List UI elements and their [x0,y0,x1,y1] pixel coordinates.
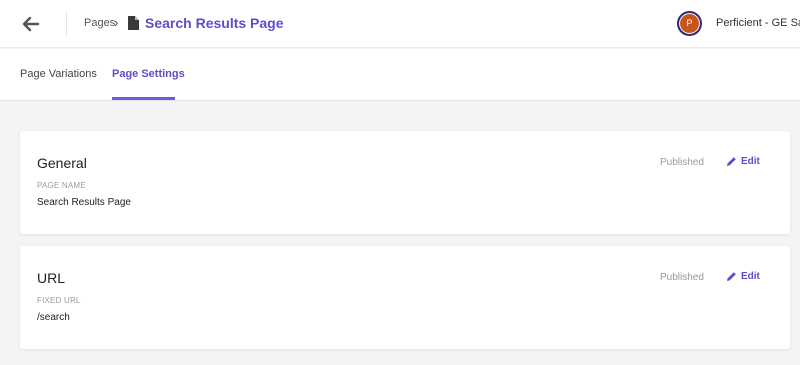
url-card: URL FIXED URL /search Published Edit [20,246,790,349]
status-text: Published [660,157,704,168]
page-title: Search Results Page [145,15,284,31]
pencil-icon [727,157,736,166]
header-divider [66,12,67,36]
general-card: General PAGE NAME Search Results Page Pu… [20,131,790,234]
field-label: FIXED URL [37,296,81,305]
top-bar: Pages › Search Results Page P Perficient… [0,0,800,48]
document-icon [128,16,139,30]
active-tab-indicator [112,97,175,100]
breadcrumb-chevron-icon: › [114,15,119,30]
field-value: Search Results Page [37,197,131,208]
edit-label: Edit [741,271,760,282]
edit-label: Edit [741,156,760,167]
tab-bar: Page Variations Page Settings [0,49,800,101]
pencil-icon [727,272,736,281]
account-name[interactable]: Perficient - GE San [716,17,800,29]
card-title: URL [37,270,66,286]
card-title: General [37,155,87,171]
status-text: Published [660,272,704,283]
field-value: /search [37,312,70,323]
breadcrumb-pages-link[interactable]: Pages [84,17,115,29]
tab-page-variations[interactable]: Page Variations [20,68,97,80]
back-arrow-icon[interactable] [22,16,40,32]
avatar[interactable]: P [677,11,702,36]
field-label: PAGE NAME [37,181,86,190]
tab-page-settings[interactable]: Page Settings [112,68,185,80]
